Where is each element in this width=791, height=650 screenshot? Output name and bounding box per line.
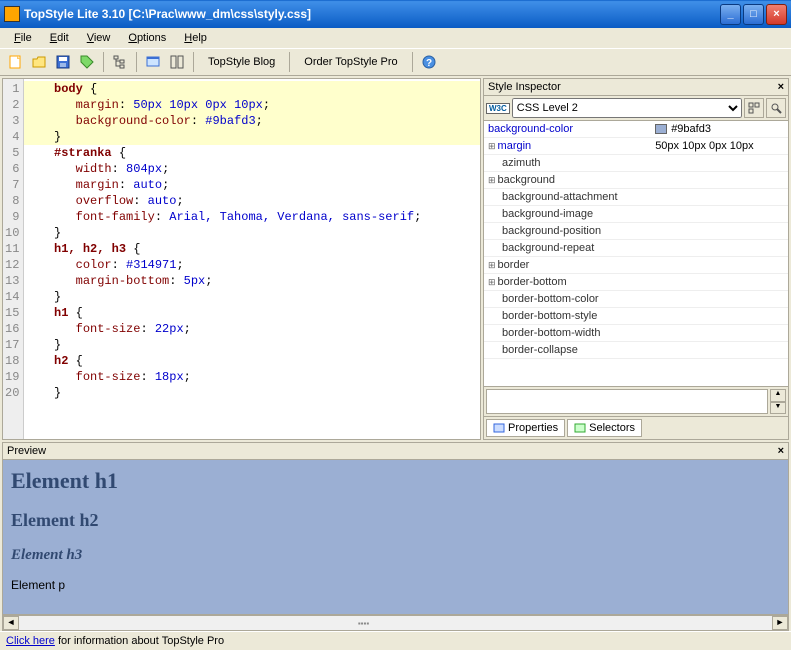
- inspector-title: Style Inspector: [488, 81, 561, 93]
- inspector-pane: Style Inspector × W3C CSS Level 2 backgr…: [483, 78, 789, 440]
- menu-edit[interactable]: Edit: [42, 30, 77, 46]
- code-line[interactable]: font-family: Arial, Tahoma, Verdana, san…: [24, 209, 480, 225]
- property-row[interactable]: border-collapse: [484, 342, 788, 359]
- code-line[interactable]: h1 {: [24, 305, 480, 321]
- code-line[interactable]: margin: auto;: [24, 177, 480, 193]
- property-row[interactable]: background-image: [484, 206, 788, 223]
- inspector-header: Style Inspector ×: [483, 78, 789, 96]
- preview-h3: Element h3: [11, 547, 780, 564]
- property-row[interactable]: background-attachment: [484, 189, 788, 206]
- property-row[interactable]: background-repeat: [484, 240, 788, 257]
- horizontal-scrollbar[interactable]: ◄ ▪▪▪▪ ►: [2, 615, 789, 631]
- titlebar: TopStyle Lite 3.10 [C:\Prac\www_dm\css\s…: [0, 0, 791, 28]
- save-icon[interactable]: [52, 51, 74, 73]
- w3c-icon: W3C: [486, 103, 510, 114]
- spin-down-icon[interactable]: ▼: [770, 402, 786, 415]
- editor-pane[interactable]: 1234567891011121314151617181920 body { m…: [2, 78, 481, 440]
- spin-up-icon[interactable]: ▲: [770, 389, 786, 402]
- code-line[interactable]: background-color: #9bafd3;: [24, 113, 480, 129]
- layout-icon[interactable]: [166, 51, 188, 73]
- preview-h1: Element h1: [11, 468, 780, 494]
- preview-p: Element p: [11, 578, 780, 592]
- preview-close-icon[interactable]: ×: [778, 445, 784, 457]
- open-file-icon[interactable]: [28, 51, 50, 73]
- code-area[interactable]: body { margin: 50px 10px 0px 10px; backg…: [24, 79, 480, 439]
- inspector-value-edit: ▲ ▼: [483, 387, 789, 417]
- search-icon[interactable]: [766, 98, 786, 118]
- minimize-button[interactable]: _: [720, 4, 741, 25]
- property-row[interactable]: background-position: [484, 223, 788, 240]
- preview-h2: Element h2: [11, 510, 780, 531]
- css-level-select[interactable]: CSS Level 2: [512, 98, 742, 118]
- code-line[interactable]: #stranka {: [24, 145, 480, 161]
- value-input[interactable]: [486, 389, 768, 414]
- scroll-left-icon[interactable]: ◄: [3, 616, 19, 630]
- code-line[interactable]: margin-bottom: 5px;: [24, 273, 480, 289]
- preview-body[interactable]: Element h1 Element h2 Element h3 Element…: [2, 460, 789, 615]
- property-row[interactable]: background-color#9bafd3: [484, 121, 788, 138]
- code-line[interactable]: margin: 50px 10px 0px 10px;: [24, 97, 480, 113]
- inspector-close-icon[interactable]: ×: [778, 81, 784, 93]
- code-line[interactable]: body {: [24, 81, 480, 97]
- svg-text:?: ?: [426, 58, 432, 69]
- menu-view[interactable]: View: [79, 30, 119, 46]
- code-line[interactable]: }: [24, 129, 480, 145]
- tree-icon[interactable]: [109, 51, 131, 73]
- code-line[interactable]: font-size: 18px;: [24, 369, 480, 385]
- window-title: TopStyle Lite 3.10 [C:\Prac\www_dm\css\s…: [24, 7, 720, 21]
- tab-selectors[interactable]: Selectors: [567, 419, 642, 437]
- menu-options[interactable]: Options: [120, 30, 174, 46]
- preview-icon[interactable]: [142, 51, 164, 73]
- toolbar: TopStyle Blog Order TopStyle Pro ?: [0, 48, 791, 76]
- app-icon: [4, 6, 20, 22]
- property-row[interactable]: border-bottom: [484, 274, 788, 291]
- tab-properties[interactable]: Properties: [486, 419, 565, 437]
- menu-file[interactable]: File: [6, 30, 40, 46]
- code-line[interactable]: font-size: 22px;: [24, 321, 480, 337]
- code-line[interactable]: }: [24, 289, 480, 305]
- help-icon[interactable]: ?: [418, 51, 440, 73]
- line-gutter: 1234567891011121314151617181920: [3, 79, 24, 439]
- code-line[interactable]: width: 804px;: [24, 161, 480, 177]
- code-line[interactable]: overflow: auto;: [24, 193, 480, 209]
- status-link[interactable]: Click here: [6, 635, 55, 647]
- preview-title: Preview: [7, 445, 46, 457]
- code-line[interactable]: }: [24, 225, 480, 241]
- property-grid[interactable]: background-color#9bafd3margin50px 10px 0…: [483, 121, 789, 387]
- preview-header: Preview ×: [2, 442, 789, 460]
- code-line[interactable]: }: [24, 337, 480, 353]
- categorize-icon[interactable]: [744, 98, 764, 118]
- new-file-icon[interactable]: [4, 51, 26, 73]
- maximize-button[interactable]: □: [743, 4, 764, 25]
- property-row[interactable]: border-bottom-width: [484, 325, 788, 342]
- property-row[interactable]: border: [484, 257, 788, 274]
- status-text: for information about TopStyle Pro: [55, 635, 224, 647]
- menu-help[interactable]: Help: [176, 30, 215, 46]
- code-line[interactable]: }: [24, 385, 480, 401]
- order-pro-button[interactable]: Order TopStyle Pro: [295, 52, 406, 72]
- menubar: File Edit View Options Help: [0, 28, 791, 48]
- property-row[interactable]: border-bottom-style: [484, 308, 788, 325]
- close-button[interactable]: ×: [766, 4, 787, 25]
- statusbar: Click here for information about TopStyl…: [0, 631, 791, 650]
- property-row[interactable]: background: [484, 172, 788, 189]
- code-line[interactable]: h1, h2, h3 {: [24, 241, 480, 257]
- code-line[interactable]: h2 {: [24, 353, 480, 369]
- property-row[interactable]: border-bottom-color: [484, 291, 788, 308]
- property-row[interactable]: azimuth: [484, 155, 788, 172]
- code-line[interactable]: color: #314971;: [24, 257, 480, 273]
- scroll-right-icon[interactable]: ►: [772, 616, 788, 630]
- topstyle-blog-button[interactable]: TopStyle Blog: [199, 52, 284, 72]
- tag-icon[interactable]: [76, 51, 98, 73]
- property-row[interactable]: margin50px 10px 0px 10px: [484, 138, 788, 155]
